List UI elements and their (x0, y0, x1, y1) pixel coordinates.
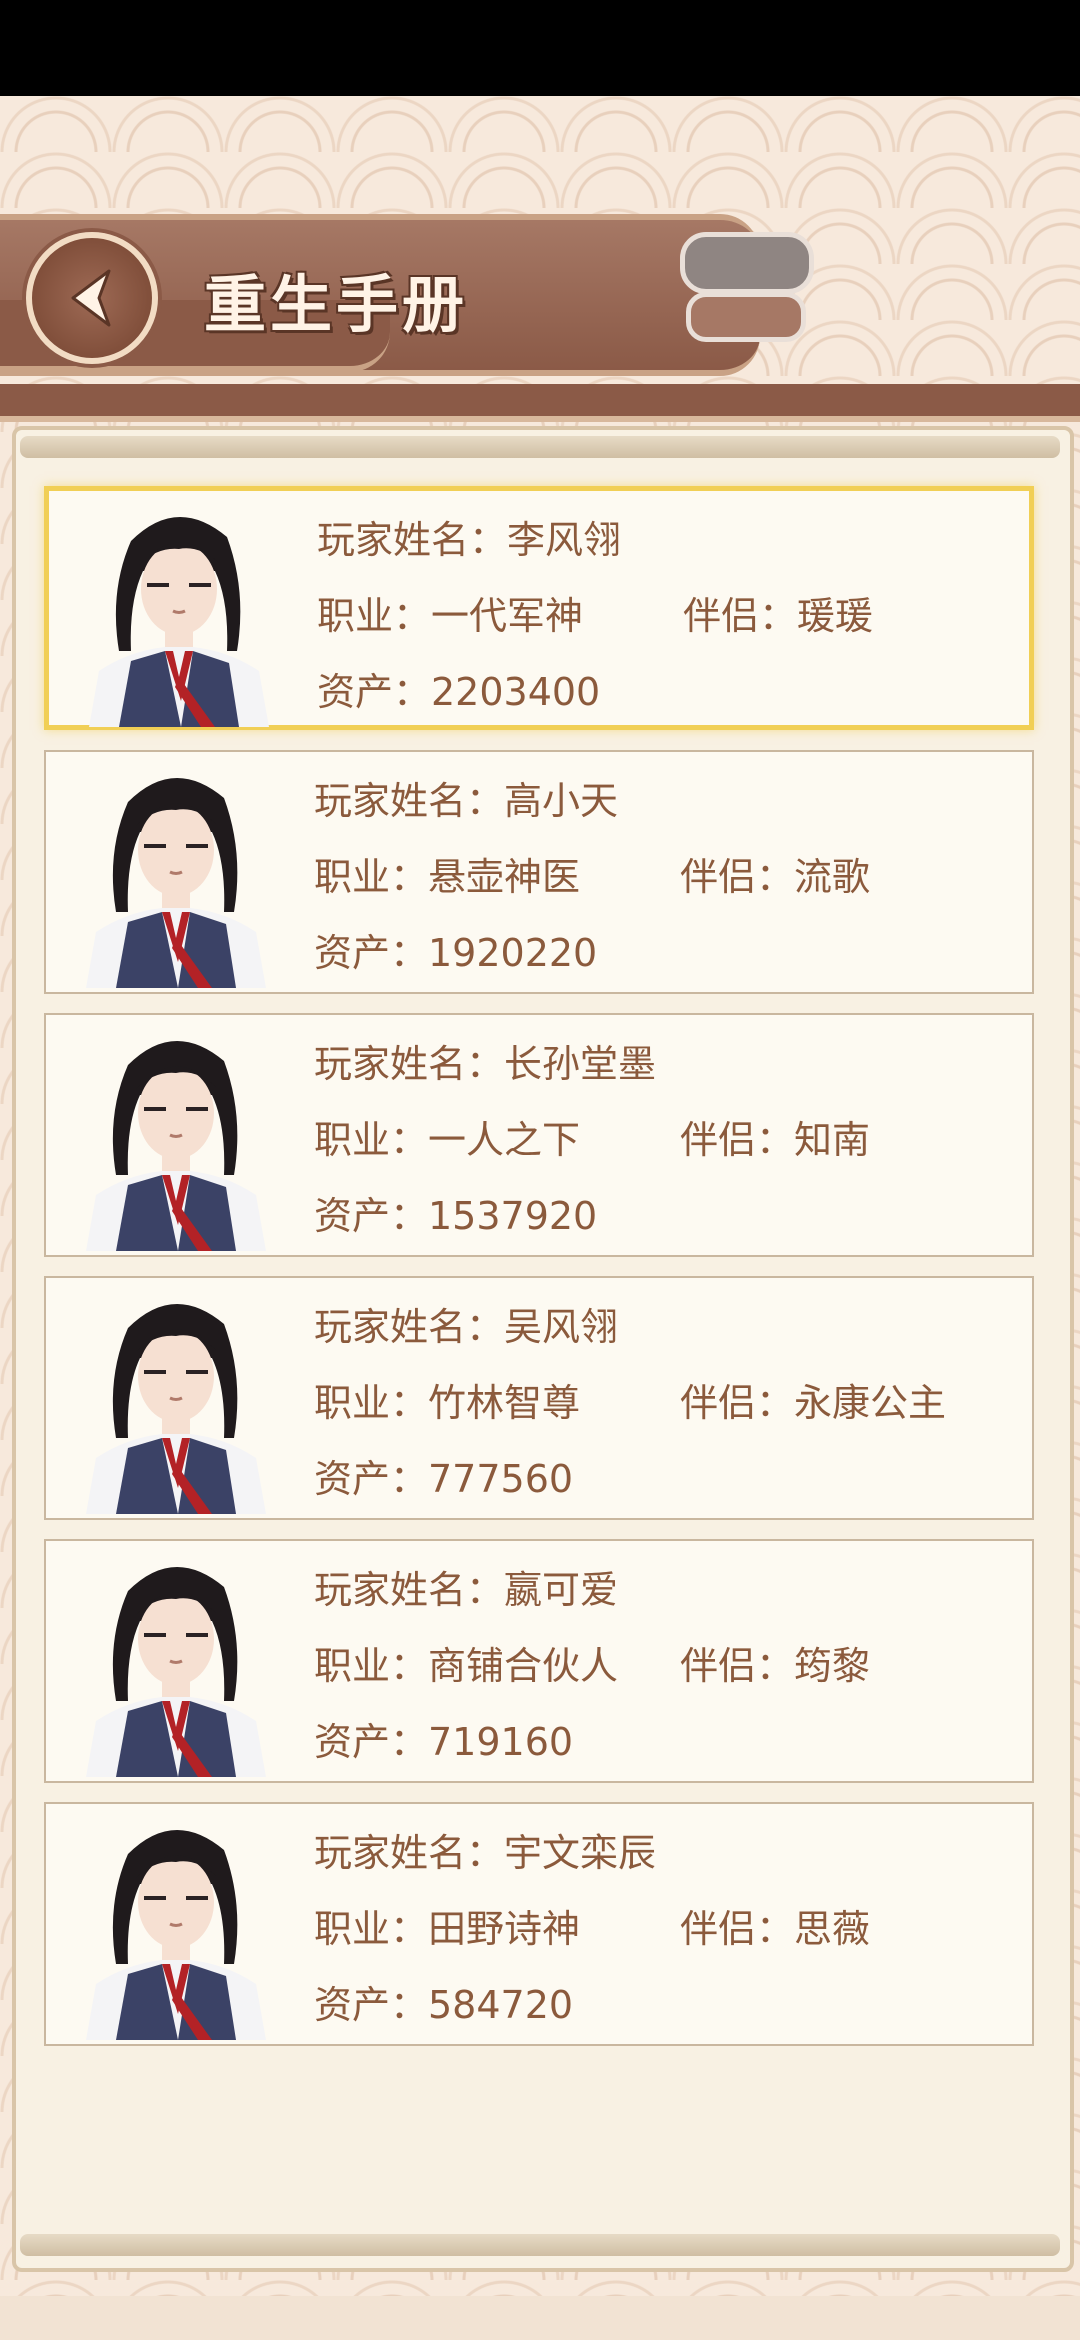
player-partner: 伴侣：筠黎 (680, 1644, 871, 1688)
player-job: 职业：一人之下 (314, 1118, 581, 1162)
player-assets: 资产：1920220 (314, 931, 598, 975)
page-title: 重生手册 (204, 268, 469, 341)
player-job: 职业：田野诗神 (314, 1907, 581, 1951)
player-name: 玩家姓名：李风翎 (317, 518, 622, 562)
character-portrait-icon (86, 1303, 266, 1514)
player-card[interactable]: 玩家姓名：吴风翎 职业：竹林智尊 伴侣：永康公主 资产：777560 (44, 1276, 1034, 1520)
player-name: 玩家姓名：吴风翎 (314, 1305, 619, 1349)
player-partner: 伴侣：知南 (680, 1118, 871, 1162)
back-button[interactable] (26, 232, 158, 364)
player-job: 职业：商铺合伙人 (314, 1644, 619, 1688)
player-card[interactable]: 玩家姓名：长孙堂墨 职业：一人之下 伴侣：知南 资产：1537920 (44, 1013, 1034, 1257)
character-portrait-icon (89, 516, 269, 727)
panel-rail-bottom (20, 2234, 1060, 2256)
player-assets: 资产：584720 (314, 1983, 574, 2027)
player-partner: 伴侣：瑗瑗 (683, 594, 874, 638)
player-partner: 伴侣：流歌 (680, 855, 871, 899)
player-job: 职业：悬壶神医 (314, 855, 581, 899)
panel-rail-top (20, 436, 1060, 458)
player-name: 玩家姓名：高小天 (314, 779, 619, 823)
bottom-band (0, 2296, 1080, 2340)
chevron-left-icon (71, 269, 111, 327)
player-partner: 伴侣：永康公主 (680, 1381, 947, 1425)
player-job: 职业：竹林智尊 (314, 1381, 581, 1425)
player-name: 玩家姓名：嬴可爱 (314, 1568, 619, 1612)
player-assets: 资产：719160 (314, 1720, 574, 1764)
player-assets: 资产：777560 (314, 1457, 574, 1501)
player-assets: 资产：1537920 (314, 1194, 598, 1238)
player-assets: 资产：2203400 (317, 670, 601, 714)
header-divider (0, 384, 1080, 422)
player-name: 玩家姓名：长孙堂墨 (314, 1042, 657, 1086)
status-bar (0, 0, 1080, 96)
player-card[interactable]: 玩家姓名：宇文栾辰 职业：田野诗神 伴侣：思薇 资产：584720 (44, 1802, 1034, 2046)
character-portrait-icon (86, 1566, 266, 1777)
cloud-decoration (686, 292, 806, 342)
player-card[interactable]: 玩家姓名：高小天 职业：悬壶神医 伴侣：流歌 资产：1920220 (44, 750, 1034, 994)
player-job: 职业：一代军神 (317, 594, 584, 638)
player-card[interactable]: 玩家姓名：李风翎 职业：一代军神 伴侣：瑗瑗 资产：2203400 (44, 486, 1034, 730)
player-card[interactable]: 玩家姓名：嬴可爱 职业：商铺合伙人 伴侣：筠黎 资产：719160 (44, 1539, 1034, 1783)
character-portrait-icon (86, 1829, 266, 2040)
character-portrait-icon (86, 1040, 266, 1251)
cloud-decoration (680, 232, 814, 294)
player-partner: 伴侣：思薇 (680, 1907, 871, 1951)
player-name: 玩家姓名：宇文栾辰 (314, 1831, 657, 1875)
character-portrait-icon (86, 777, 266, 988)
